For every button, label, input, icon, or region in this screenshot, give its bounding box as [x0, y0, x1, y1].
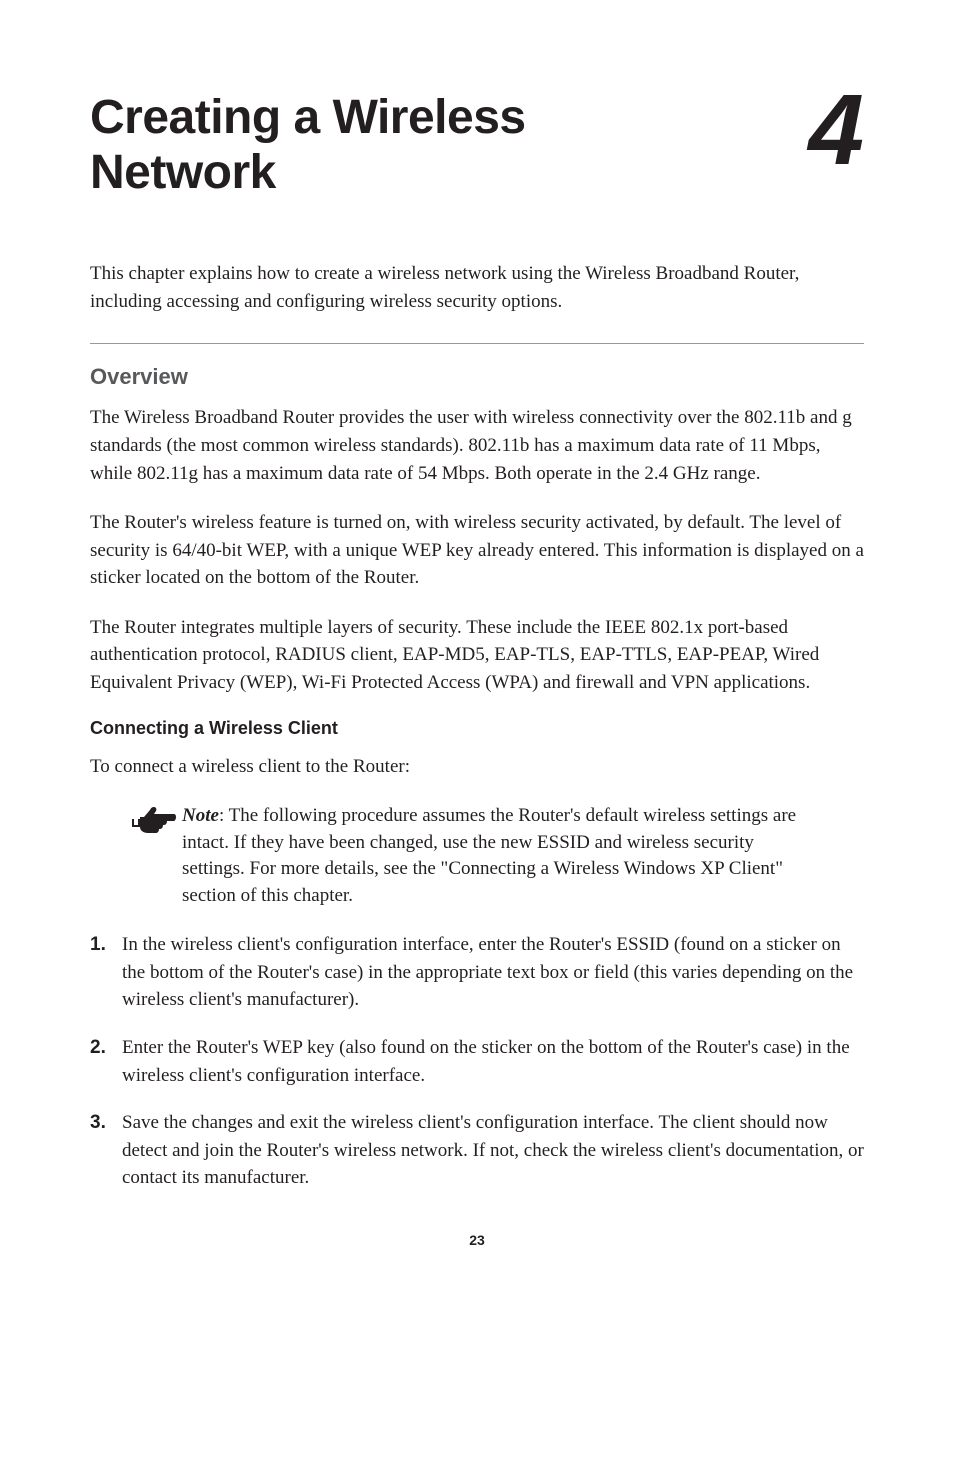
chapter-intro: This chapter explains how to create a wi… — [90, 260, 864, 315]
overview-para-1: The Wireless Broadband Router provides t… — [90, 404, 864, 487]
overview-para-2: The Router's wireless feature is turned … — [90, 509, 864, 592]
page-number: 23 — [90, 1232, 864, 1248]
step-number: 1. — [90, 931, 122, 959]
chapter-number: 4 — [808, 85, 864, 175]
step-number: 3. — [90, 1109, 122, 1137]
step-text: In the wireless client's configuration i… — [122, 931, 864, 1014]
section-divider — [90, 343, 864, 344]
chapter-title-line2: Network — [90, 146, 276, 199]
subsection-heading-connecting: Connecting a Wireless Client — [90, 718, 864, 739]
note-text: Note: The following procedure assumes th… — [182, 803, 804, 909]
overview-para-3: The Router integrates multiple layers of… — [90, 614, 864, 697]
step-number: 2. — [90, 1034, 122, 1062]
step-text: Save the changes and exit the wireless c… — [122, 1109, 864, 1192]
section-heading-overview: Overview — [90, 364, 864, 390]
step-text: Enter the Router's WEP key (also found o… — [122, 1034, 864, 1089]
chapter-title: Creating a Wireless Network — [90, 90, 526, 200]
note-body: : The following procedure assumes the Ro… — [182, 805, 796, 906]
subsection-intro: To connect a wireless client to the Rout… — [90, 753, 864, 781]
chapter-title-line1: Creating a Wireless — [90, 91, 526, 144]
list-item: 3. Save the changes and exit the wireles… — [90, 1109, 864, 1192]
note-pointing-hand-icon — [130, 805, 176, 837]
chapter-header: Creating a Wireless Network 4 — [90, 90, 864, 200]
list-item: 2. Enter the Router's WEP key (also foun… — [90, 1034, 864, 1089]
step-list: 1. In the wireless client's configuratio… — [90, 931, 864, 1191]
list-item: 1. In the wireless client's configuratio… — [90, 931, 864, 1014]
note-label: Note — [182, 805, 219, 826]
note-block: Note: The following procedure assumes th… — [130, 803, 864, 909]
